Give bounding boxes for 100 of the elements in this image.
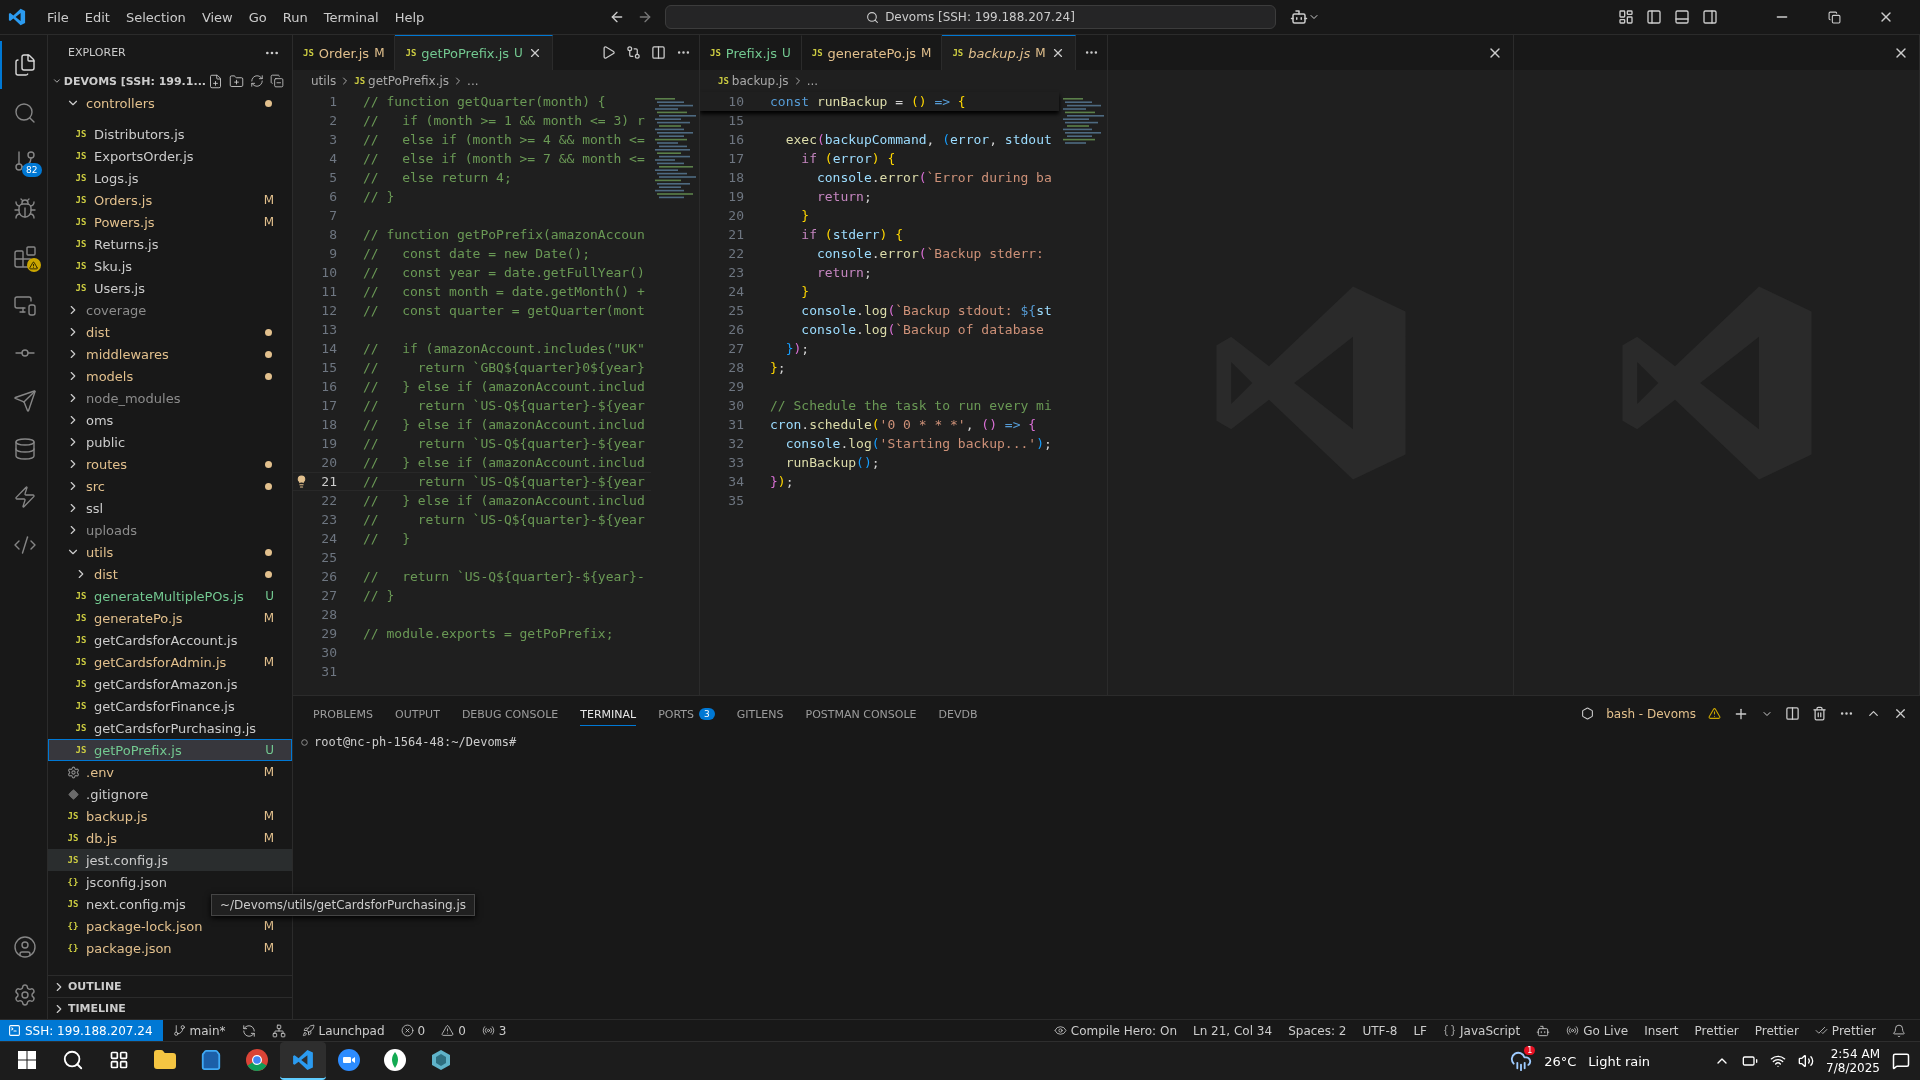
source-control-tab[interactable]: 82	[0, 137, 48, 185]
tree-row[interactable]: JS Powers.js M	[48, 211, 292, 233]
refresh-icon[interactable]	[250, 74, 264, 88]
zoom-taskbar-icon[interactable]	[337, 1048, 361, 1072]
status-item[interactable]: Prettier	[1688, 1023, 1745, 1038]
status-item[interactable]: JavaScript	[1437, 1023, 1527, 1038]
panel-tab[interactable]: PROBLEMS	[313, 701, 374, 726]
status-item[interactable]: UTF-8	[1356, 1023, 1404, 1038]
status-item[interactable]: 3	[475, 1023, 513, 1038]
vscode-taskbar-icon[interactable]	[292, 1049, 314, 1071]
files-taskbar-icon[interactable]	[153, 1048, 177, 1072]
remote-indicator[interactable]: SSH: 199.188.207.24	[0, 1020, 163, 1041]
menu-item[interactable]: Help	[387, 6, 432, 28]
menu-item[interactable]: View	[194, 6, 240, 28]
menu-item[interactable]: Go	[241, 6, 274, 28]
leaf-taskbar-icon[interactable]	[383, 1048, 407, 1072]
tree-row[interactable]: utils	[48, 541, 292, 563]
chrome-taskbar-icon[interactable]	[245, 1048, 269, 1072]
panel-tab[interactable]: PORTS 3	[658, 701, 715, 726]
breadcrumb-item[interactable]: ...	[806, 74, 819, 88]
robot-icon[interactable]	[1290, 8, 1308, 26]
editor-tab[interactable]: JS backup.js M	[942, 35, 1076, 70]
toggle-sidebar-icon[interactable]	[1646, 9, 1662, 25]
tree-row[interactable]: JS generatePo.js M	[48, 607, 292, 629]
lightbulb-icon[interactable]	[295, 475, 308, 488]
robot-icon[interactable]	[1536, 1023, 1551, 1038]
tree-row[interactable]: JS db.js M	[48, 827, 292, 849]
tree-row[interactable]: JS Users.js	[48, 277, 292, 299]
account-icon[interactable]	[12, 935, 37, 959]
new-folder-icon[interactable]	[229, 73, 244, 89]
status-item[interactable]: Go Live	[1560, 1023, 1635, 1038]
tree-row[interactable]: coverage	[48, 299, 292, 321]
menu-item[interactable]: File	[40, 6, 76, 28]
toggle-secondary-sidebar-icon[interactable]	[1702, 9, 1718, 25]
breadcrumb-item[interactable]: backup.js	[731, 74, 789, 88]
tree-row[interactable]: JS getCardsforFinance.js	[48, 695, 292, 717]
tree-row[interactable]: {} package.json M	[48, 937, 292, 959]
tree-row[interactable]: JS getCardsforAdmin.js M	[48, 651, 292, 673]
volume-icon[interactable]	[1798, 1053, 1815, 1069]
tree-row[interactable]: JS Distributors.js	[48, 123, 292, 145]
status-item[interactable]: 0	[394, 1023, 432, 1038]
forward-icon[interactable]	[637, 9, 653, 25]
sync-icon[interactable]	[241, 1023, 256, 1038]
workspace-root[interactable]: DEVOMS [SSH: 199.1...	[48, 70, 292, 92]
tree-row[interactable]: JS Sku.js	[48, 255, 292, 277]
breadcrumb-item[interactable]: utils	[311, 74, 337, 88]
split-icon[interactable]	[1785, 706, 1800, 721]
status-item[interactable]: Spaces: 2	[1282, 1023, 1353, 1038]
tree-row[interactable]: JS getCardsforAccount.js	[48, 629, 292, 651]
tree-row[interactable]: JS Orders.js M	[48, 189, 292, 211]
tree-row[interactable]: dist	[48, 563, 292, 585]
tree-row[interactable]: JS getCardsforPurchasing.js	[48, 717, 292, 739]
tree-row[interactable]: JS Logs.js	[48, 167, 292, 189]
panel-tab[interactable]: OUTPUT	[395, 701, 440, 726]
search-taskbar-icon[interactable]	[62, 1049, 84, 1071]
gem-taskbar-icon[interactable]	[429, 1048, 453, 1072]
status-item[interactable]: Prettier	[1808, 1023, 1882, 1038]
notifications-icon[interactable]	[1892, 1052, 1910, 1070]
section-header[interactable]: OUTLINE	[48, 975, 292, 997]
collapse-all-icon[interactable]	[270, 74, 284, 88]
close-icon[interactable]	[1893, 706, 1908, 721]
tree-row[interactable]: JS getPoPrefix.js U	[48, 739, 292, 761]
tree-row[interactable]: node_modules	[48, 387, 292, 409]
tree-row[interactable]: JS getCardsforAmazon.js	[48, 673, 292, 695]
tree-row[interactable]: controllers	[48, 92, 292, 114]
taskview-taskbar-icon[interactable]	[109, 1050, 129, 1070]
menu-item[interactable]: Terminal	[316, 6, 386, 28]
breadcrumb-item[interactable]: ...	[467, 74, 479, 88]
back-icon[interactable]	[609, 9, 625, 25]
tree-row[interactable]: JS jest.config.js	[48, 849, 292, 871]
status-item[interactable]: Prettier	[1748, 1023, 1805, 1038]
tree-row[interactable]: JS Returns.js	[48, 233, 292, 255]
tree-row[interactable]: .env M	[48, 761, 292, 783]
panel-tab[interactable]: DEBUG CONSOLE	[461, 701, 559, 726]
new-file-icon[interactable]	[208, 73, 223, 89]
command-center[interactable]: Devoms [SSH: 199.188.207.24]	[665, 5, 1276, 29]
status-item[interactable]: main*	[166, 1023, 232, 1038]
tree-row[interactable]: oms	[48, 409, 292, 431]
settings-icon[interactable]	[12, 983, 37, 1007]
trash-icon[interactable]	[1812, 706, 1827, 721]
battery-icon[interactable]	[1742, 1053, 1759, 1069]
tree-row[interactable]: JS backup.js M	[48, 805, 292, 827]
start-taskbar-icon[interactable]	[17, 1050, 37, 1070]
split-editor-icon[interactable]	[651, 45, 666, 60]
status-item[interactable]: LF	[1407, 1023, 1434, 1038]
tree-row[interactable]: uploads	[48, 519, 292, 541]
tree-row[interactable]: dist	[48, 321, 292, 343]
bell-icon[interactable]	[1892, 1023, 1906, 1038]
tree-row[interactable]: .gitignore	[48, 783, 292, 805]
panel-tab[interactable]: DEVDB	[938, 701, 978, 726]
tree-row[interactable]: JS generateMultiplePOs.js U	[48, 585, 292, 607]
panel-tab[interactable]: POSTMAN CONSOLE	[805, 701, 917, 726]
status-item[interactable]: Insert	[1638, 1023, 1685, 1038]
tree-row[interactable]: JS ExportsOrder.js	[48, 145, 292, 167]
menu-item[interactable]: Run	[275, 6, 315, 28]
restore-icon[interactable]	[1827, 10, 1841, 24]
compare-icon[interactable]	[626, 45, 641, 60]
tree-row[interactable]: public	[48, 431, 292, 453]
breadcrumb-item[interactable]: getPoPrefix.js	[368, 74, 450, 88]
terminal-name[interactable]: bash - Devoms	[1606, 706, 1696, 721]
